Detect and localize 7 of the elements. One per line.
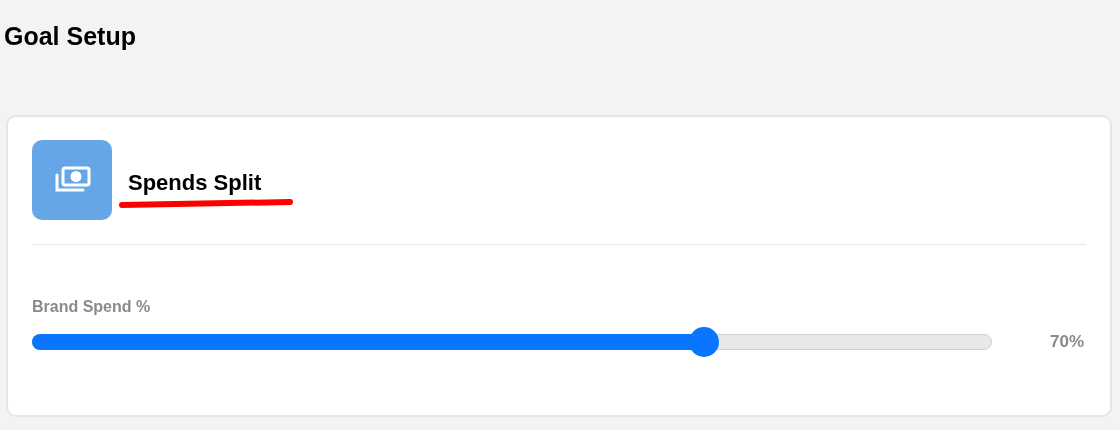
slider-thumb[interactable]	[689, 327, 719, 357]
slider[interactable]	[32, 327, 992, 357]
slider-value: 70%	[1049, 331, 1084, 354]
money-icon	[32, 140, 112, 220]
slider-label: Brand Spend %	[32, 297, 151, 317]
card-title: Spends Split	[128, 169, 262, 197]
page-title: Goal Setup	[4, 21, 136, 52]
